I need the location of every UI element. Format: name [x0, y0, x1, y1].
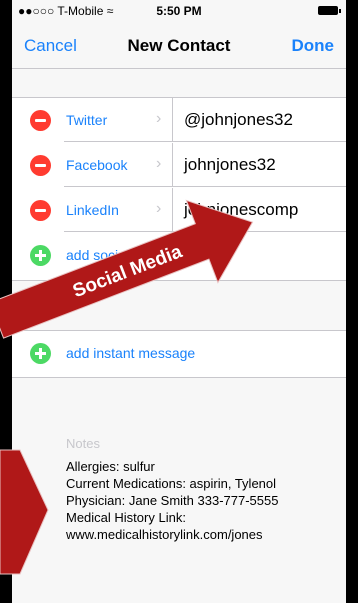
notes-line: Allergies: sulfur [66, 459, 155, 474]
notes-field[interactable]: Allergies: sulfur Current Medications: a… [66, 458, 278, 543]
row-separator [64, 186, 346, 187]
status-bar: ●●○○○ T-Mobile ≈ 5:50 PM [12, 0, 346, 22]
chevron-right-icon[interactable]: › [156, 155, 161, 173]
add-instant-message-label[interactable]: add instant message [66, 345, 195, 361]
facebook-username-field[interactable]: johnjones32 [184, 155, 276, 175]
chevron-right-icon[interactable]: › [156, 200, 161, 218]
phone-screen: ●●○○○ T-Mobile ≈ 5:50 PM Cancel New Cont… [12, 0, 346, 603]
twitter-username-field[interactable]: @johnjones32 [184, 110, 293, 130]
service-label-twitter[interactable]: Twitter [66, 112, 107, 128]
chevron-right-icon[interactable]: › [156, 110, 161, 128]
social-row-linkedin: LinkedIn › johnjonescomp [12, 188, 346, 232]
add-instant-message-row[interactable]: add instant message [12, 331, 346, 375]
notes-line: Current Medications: aspirin, Tylenol [66, 476, 277, 491]
divider [172, 98, 173, 142]
service-label-facebook[interactable]: Facebook [66, 157, 127, 173]
add-instant-message-icon[interactable] [30, 343, 51, 364]
done-button[interactable]: Done [292, 36, 335, 56]
delete-twitter-button[interactable] [30, 110, 51, 131]
delete-facebook-button[interactable] [30, 155, 51, 176]
notes-line: www.medicalhistorylink.com/jones [66, 527, 263, 542]
row-separator [64, 231, 346, 232]
add-social-profile-row[interactable]: add social profile [12, 233, 346, 277]
notes-label: Notes [66, 436, 100, 451]
instant-message-section: add instant message [12, 330, 346, 378]
row-separator [64, 141, 346, 142]
add-social-profile-icon[interactable] [30, 245, 51, 266]
delete-linkedin-button[interactable] [30, 200, 51, 221]
divider [172, 143, 173, 187]
divider [172, 188, 173, 232]
social-row-twitter: Twitter › @johnjones32 [12, 98, 346, 142]
notes-line: Medical History Link: [66, 510, 186, 525]
linkedin-username-field[interactable]: johnjonescomp [184, 200, 298, 220]
add-social-profile-label[interactable]: add social profile [66, 247, 171, 263]
navigation-bar: Cancel New Contact Done [12, 22, 346, 69]
social-profiles-section: Twitter › @johnjones32 Facebook › johnjo… [12, 97, 346, 281]
service-label-linkedin[interactable]: LinkedIn [66, 202, 119, 218]
social-row-facebook: Facebook › johnjones32 [12, 143, 346, 187]
notes-line: Physician: Jane Smith 333-777-5555 [66, 493, 279, 508]
clock: 5:50 PM [156, 4, 202, 18]
battery-icon [318, 6, 341, 15]
